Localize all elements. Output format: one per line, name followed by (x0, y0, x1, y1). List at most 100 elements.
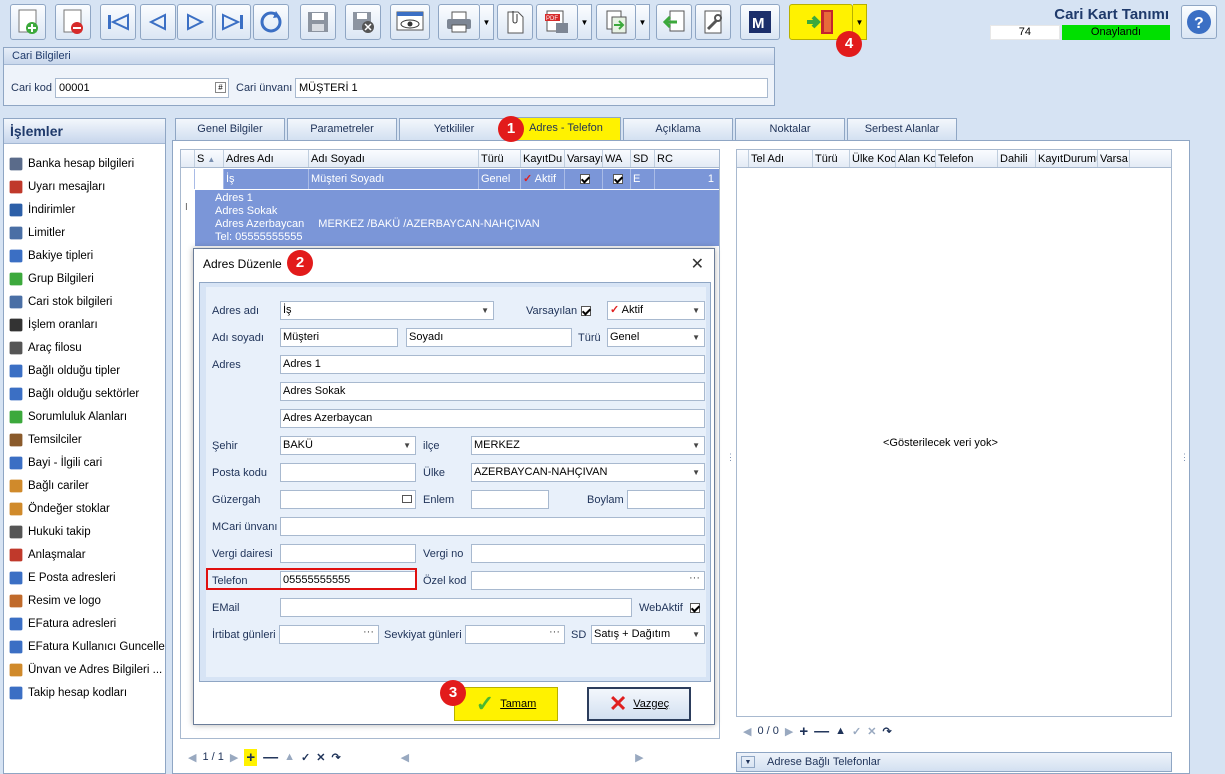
next-button[interactable] (177, 4, 213, 40)
cari-unvan-field[interactable]: MÜŞTERİ 1 (295, 78, 768, 98)
phone-footer[interactable]: ▼ Adrese Bağlı Telefonlar (736, 752, 1172, 772)
refresh-button[interactable] (253, 4, 289, 40)
minus-icon[interactable]: — (814, 723, 829, 740)
collapse-icon[interactable]: ▼ (741, 756, 755, 768)
tab-serbest-alanlar[interactable]: Serbest Alanlar (847, 118, 957, 140)
ellipsis-icon[interactable]: ··· (549, 626, 560, 641)
sidebar-item[interactable]: Bayi - İlgili cari (4, 451, 165, 474)
close-icon[interactable]: ✕ (316, 751, 325, 764)
sidebar-item[interactable]: Öndeğer stoklar (4, 497, 165, 520)
sidebar-item[interactable]: Bağlı olduğu sektörler (4, 382, 165, 405)
sidebar-item[interactable]: Takip hesap kodları (4, 681, 165, 704)
export-dropdown[interactable]: ▼ (636, 4, 650, 40)
adi-field[interactable]: Müşteri (280, 328, 398, 347)
col-rc[interactable]: RC (655, 150, 717, 167)
vergi-dairesi-field[interactable] (280, 544, 416, 563)
redo-icon[interactable]: ↷ (331, 751, 340, 764)
sidebar-item[interactable]: Bakiye tipleri (4, 244, 165, 267)
col-ulke-kodu[interactable]: Ülke Koc (850, 150, 896, 167)
scroll-right-icon[interactable]: ▶ (635, 751, 643, 764)
attach-button[interactable] (497, 4, 533, 40)
turu-select[interactable]: Genel ▼ (607, 328, 705, 347)
col-sd[interactable]: SD (631, 150, 655, 167)
webaktif-checkbox[interactable] (690, 603, 700, 613)
tab-aciklama[interactable]: Açıklama (623, 118, 733, 140)
delete-button[interactable] (55, 4, 91, 40)
soyadi-field[interactable]: Soyadı (406, 328, 572, 347)
prev-icon[interactable]: ◀ (743, 725, 751, 738)
col-alan-kodu[interactable]: Alan Ko (896, 150, 936, 167)
sidebar-item[interactable]: EFatura Kullanıcı Guncelle (4, 635, 165, 658)
col-adi-soyadi[interactable]: Adı Soyadı (309, 150, 479, 167)
new-button[interactable] (10, 4, 46, 40)
sidebar-item[interactable]: Banka hesap bilgileri (4, 152, 165, 175)
sidebar-item[interactable]: Bağlı cariler (4, 474, 165, 497)
adres-adi-select[interactable]: İş ▼ (280, 301, 494, 320)
add-icon[interactable]: + (799, 723, 808, 740)
sidebar-item[interactable]: Ünvan ve Adres Bilgileri ... (4, 658, 165, 681)
tab-yetkililer[interactable]: Yetkililer (399, 118, 509, 140)
sidebar-item[interactable]: Sorumluluk Alanları (4, 405, 165, 428)
sidebar-item[interactable]: İşlem oranları (4, 313, 165, 336)
preview-button[interactable] (390, 4, 430, 40)
mcari-unvani-field[interactable] (280, 517, 705, 536)
sidebar-item[interactable]: Temsilciler (4, 428, 165, 451)
splitter-handle[interactable]: ⋮ (726, 452, 735, 463)
redo-icon[interactable]: ↷ (882, 725, 891, 738)
tab-noktalar[interactable]: Noktalar (735, 118, 845, 140)
sidebar-item[interactable]: EFatura adresleri (4, 612, 165, 635)
guzergah-field[interactable] (280, 490, 416, 509)
posta-kodu-field[interactable] (280, 463, 416, 482)
scroll-left-icon[interactable]: ◀ (401, 751, 409, 764)
calendar-icon[interactable] (402, 495, 412, 503)
tools-button[interactable] (695, 4, 731, 40)
col-telefon[interactable]: Telefon (936, 150, 998, 167)
export-button[interactable] (596, 4, 636, 40)
sidebar-item[interactable]: Hukuki takip (4, 520, 165, 543)
sidebar-item[interactable]: Grup Bilgileri (4, 267, 165, 290)
pdf-dropdown[interactable]: ▼ (578, 4, 592, 40)
tab-genel-bilgiler[interactable]: Genel Bilgiler (175, 118, 285, 140)
adres-line3-field[interactable]: Adres Azerbaycan (280, 409, 705, 428)
kayit-durumu-select[interactable]: ✓ Aktif ▼ (607, 301, 705, 320)
irtibat-gunleri-field[interactable]: ··· (279, 625, 379, 644)
col-s[interactable]: S ▲ (195, 150, 224, 167)
col-tel-adi[interactable]: Tel Adı (749, 150, 813, 167)
tab-adres-telefon[interactable]: Adres - Telefon (511, 117, 621, 140)
sidebar-item[interactable]: E Posta adresleri (4, 566, 165, 589)
close-icon[interactable]: ✕ (867, 725, 876, 738)
print-button[interactable] (438, 4, 480, 40)
prev-icon[interactable]: ◀ (188, 751, 196, 764)
minus-icon[interactable]: — (263, 749, 278, 766)
col-varsayilan[interactable]: Varsa (1098, 150, 1130, 167)
sidebar-item[interactable]: Resim ve logo (4, 589, 165, 612)
last-button[interactable] (215, 4, 251, 40)
ellipsis-icon[interactable]: ··· (689, 572, 700, 587)
pdf-button[interactable]: PDF (536, 4, 578, 40)
sidebar-item[interactable]: Araç filosu (4, 336, 165, 359)
next-icon[interactable]: ▶ (785, 725, 793, 738)
check-icon[interactable]: ✓ (301, 751, 310, 764)
sidebar-item[interactable]: Cari stok bilgileri (4, 290, 165, 313)
sidebar-item[interactable]: Uyarı mesajları (4, 175, 165, 198)
varsayilan-checkbox[interactable] (581, 306, 591, 316)
col-varsayilan[interactable]: Varsayı (565, 150, 603, 167)
sehir-select[interactable]: BAKÜ ▼ (280, 436, 416, 455)
prev-button[interactable] (140, 4, 176, 40)
tamam-button[interactable]: ✓ Tamam (454, 687, 558, 721)
sevkiyat-gunleri-field[interactable]: ··· (465, 625, 565, 644)
tab-parametreler[interactable]: Parametreler (287, 118, 397, 140)
up-icon[interactable]: ▲ (835, 725, 846, 737)
adres-line2-field[interactable]: Adres Sokak (280, 382, 705, 401)
col-kayit-durumu[interactable]: KayıtDu (521, 150, 565, 167)
col-dahili[interactable]: Dahili (998, 150, 1036, 167)
email-field[interactable] (280, 598, 632, 617)
close-icon[interactable]: ✕ (691, 254, 704, 274)
col-wa[interactable]: WA (603, 150, 631, 167)
print-dropdown[interactable]: ▼ (480, 4, 494, 40)
adres-line1-field[interactable]: Adres 1 (280, 355, 705, 374)
hash-icon[interactable]: # (215, 82, 226, 93)
save-close-button[interactable] (345, 4, 381, 40)
sidebar-item[interactable]: Bağlı olduğu tipler (4, 359, 165, 382)
boylam-field[interactable] (627, 490, 705, 509)
